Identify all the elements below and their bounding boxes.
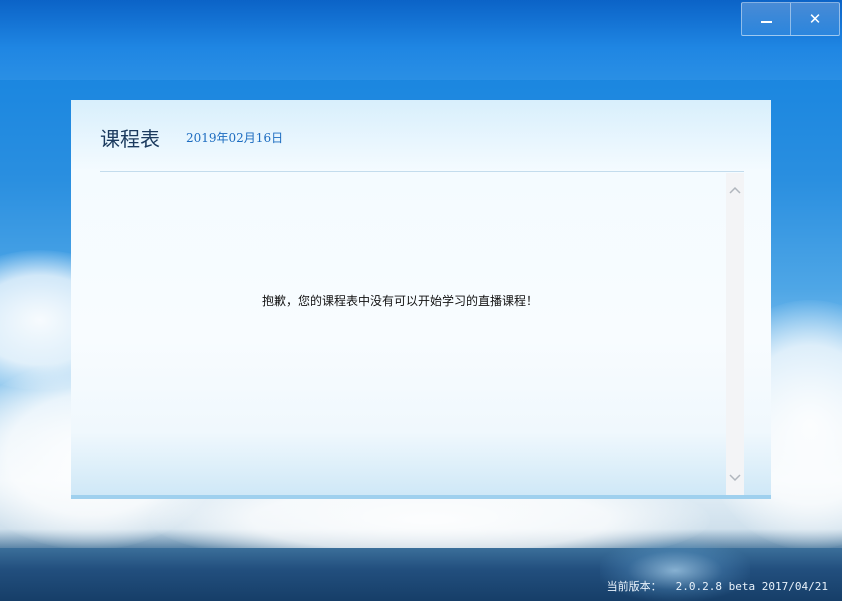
minimize-button[interactable] — [742, 3, 790, 35]
version-info: 当前版本： 2.0.2.8 beta 2017/04/21 — [607, 578, 828, 594]
empty-state-message: 抱歉，您的课程表中没有可以开始学习的直播课程！ — [261, 294, 538, 308]
window-controls: ✕ — [741, 2, 840, 36]
app-window: ✕ 课程表 2019年02月16日 抱歉，您的课程表中没有可以开始学习的直播课程… — [0, 0, 842, 601]
chevron-down-icon — [729, 474, 741, 482]
vertical-scrollbar[interactable] — [726, 173, 744, 495]
chevron-up-icon — [729, 186, 741, 194]
minimize-icon — [760, 21, 772, 23]
version-value: 2.0.2.8 beta 2017/04/21 — [675, 580, 828, 593]
scroll-up-button[interactable] — [726, 181, 744, 199]
close-icon: ✕ — [808, 9, 822, 28]
title-divider — [100, 171, 744, 172]
version-label: 当前版本： — [606, 580, 662, 593]
background-sky — [0, 0, 842, 80]
close-button[interactable]: ✕ — [790, 3, 839, 35]
scroll-down-button[interactable] — [726, 469, 744, 487]
schedule-date: 2019年02月16日 — [186, 131, 284, 145]
page-title: 课程表 — [100, 127, 160, 151]
schedule-panel: 课程表 2019年02月16日 抱歉，您的课程表中没有可以开始学习的直播课程！ — [71, 100, 771, 499]
